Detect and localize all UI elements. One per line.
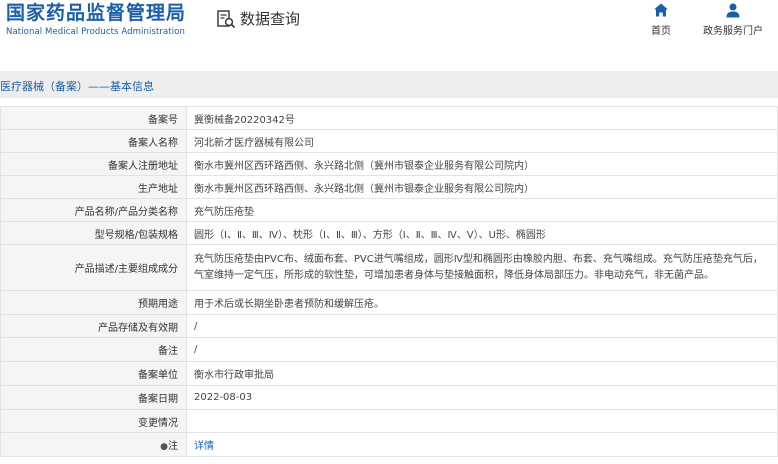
table-row: 备案人名称 河北新才医疗器械有限公司 [0,129,778,153]
field-value: 详情 [186,432,778,457]
field-value: 圆形（Ⅰ、Ⅱ、Ⅲ、Ⅳ）、枕形（Ⅰ、Ⅱ、Ⅲ）、方形（Ⅰ、Ⅱ、Ⅲ、Ⅳ、Ⅴ）、U形、椭… [186,221,778,245]
note-label: 注 [168,441,178,452]
field-value: 充气防压疮垫由PVC布、绒面布套、PVC进气嘴组成，圆形Ⅳ型和椭圆形由橡胶内胆、… [186,244,778,291]
field-label: ●注 [0,432,187,457]
table-row: 变更情况 [0,409,778,433]
field-value: 河北新才医疗器械有限公司 [186,129,778,153]
record-detail-table: 备案号 冀衡械备20220342号 备案人名称 河北新才医疗器械有限公司 备案人注册地址… [0,106,778,457]
table-row: 备案单位 衡水市行政审批局 [0,361,778,386]
data-query-label: 数据查询 [240,10,301,28]
nav-home[interactable]: 首页 [651,2,671,37]
table-row: 预期用途 用于术后或长期坐卧患者预防和缓解压疮。 [0,290,778,315]
field-label: 产品存储及有效期 [0,314,187,338]
field-label: 变更情况 [0,409,187,433]
section-title: 医疗器械（备案）——基本信息 [0,80,154,93]
nav-home-label: 首页 [651,26,671,37]
field-label: 备案人名称 [0,129,187,153]
site-header: 国家药品监督管理局 National Medical Products Admi… [0,0,778,48]
logo-english-title: National Medical Products Administration [6,27,185,37]
field-value: 充气防压疮垫 [186,198,778,222]
field-label: 生产地址 [0,175,187,199]
table-row: 生产地址 衡水市冀州区西环路西侧、永兴路北侧（冀州市银泰企业服务有限公司院内） [0,175,778,199]
field-value: 衡水市冀州区西环路西侧、永兴路北侧（冀州市银泰企业服务有限公司院内） [186,175,778,199]
field-label: 备案单位 [0,361,187,386]
field-label: 产品名称/产品分类名称 [0,198,187,222]
table-row: 备案日期 2022-08-03 [0,385,778,410]
table-row: 备案人注册地址 衡水市冀州区西环路西侧、永兴路北侧（冀州市银泰企业服务有限公司院内… [0,152,778,176]
field-value: 衡水市行政审批局 [186,361,778,386]
table-row: 产品名称/产品分类名称 充气防压疮垫 [0,198,778,222]
field-value: 2022-08-03 [186,385,778,410]
site-logo[interactable]: 国家药品监督管理局 National Medical Products Admi… [6,2,186,37]
table-row: 产品存储及有效期 / [0,314,778,338]
field-label: 备案人注册地址 [0,152,187,176]
field-value: / [186,314,778,338]
pin-icon: ● [160,442,168,452]
field-value: 冀衡械备20220342号 [186,106,778,130]
table-row: 备案号 冀衡械备20220342号 [0,106,778,130]
field-label: 备注 [0,337,187,362]
section-header: 医疗器械（备案）——基本信息 [0,71,778,98]
data-search-icon [217,9,236,28]
table-row: 型号规格/包装规格 圆形（Ⅰ、Ⅱ、Ⅲ、Ⅳ）、枕形（Ⅰ、Ⅱ、Ⅲ）、方形（Ⅰ、Ⅱ、Ⅲ、… [0,221,778,245]
table-row-note: ●注 详情 [0,432,778,457]
table-row: 产品描述/主要组成成分 充气防压疮垫由PVC布、绒面布套、PVC进气嘴组成，圆形Ⅳ… [0,244,778,291]
nav-service-portal[interactable]: 政务服务门户 [703,2,763,37]
field-label: 备案日期 [0,385,187,410]
field-value [186,409,778,433]
home-icon [654,3,668,17]
logo-chinese-title: 国家药品监督管理局 [6,2,187,24]
details-link[interactable]: 详情 [194,441,214,452]
nav-service-label: 政务服务门户 [703,26,763,37]
field-value: 衡水市冀州区西环路西侧、永兴路北侧（冀州市银泰企业服务有限公司院内） [186,152,778,176]
field-value: / [186,337,778,362]
field-value: 用于术后或长期坐卧患者预防和缓解压疮。 [186,290,778,315]
field-label: 型号规格/包装规格 [0,221,187,245]
field-label: 备案号 [0,106,187,130]
field-label: 产品描述/主要组成成分 [0,244,187,291]
data-query-heading[interactable]: 数据查询 [216,8,300,29]
field-label: 预期用途 [0,290,187,315]
table-row: 备注 / [0,337,778,362]
user-icon [726,3,740,18]
